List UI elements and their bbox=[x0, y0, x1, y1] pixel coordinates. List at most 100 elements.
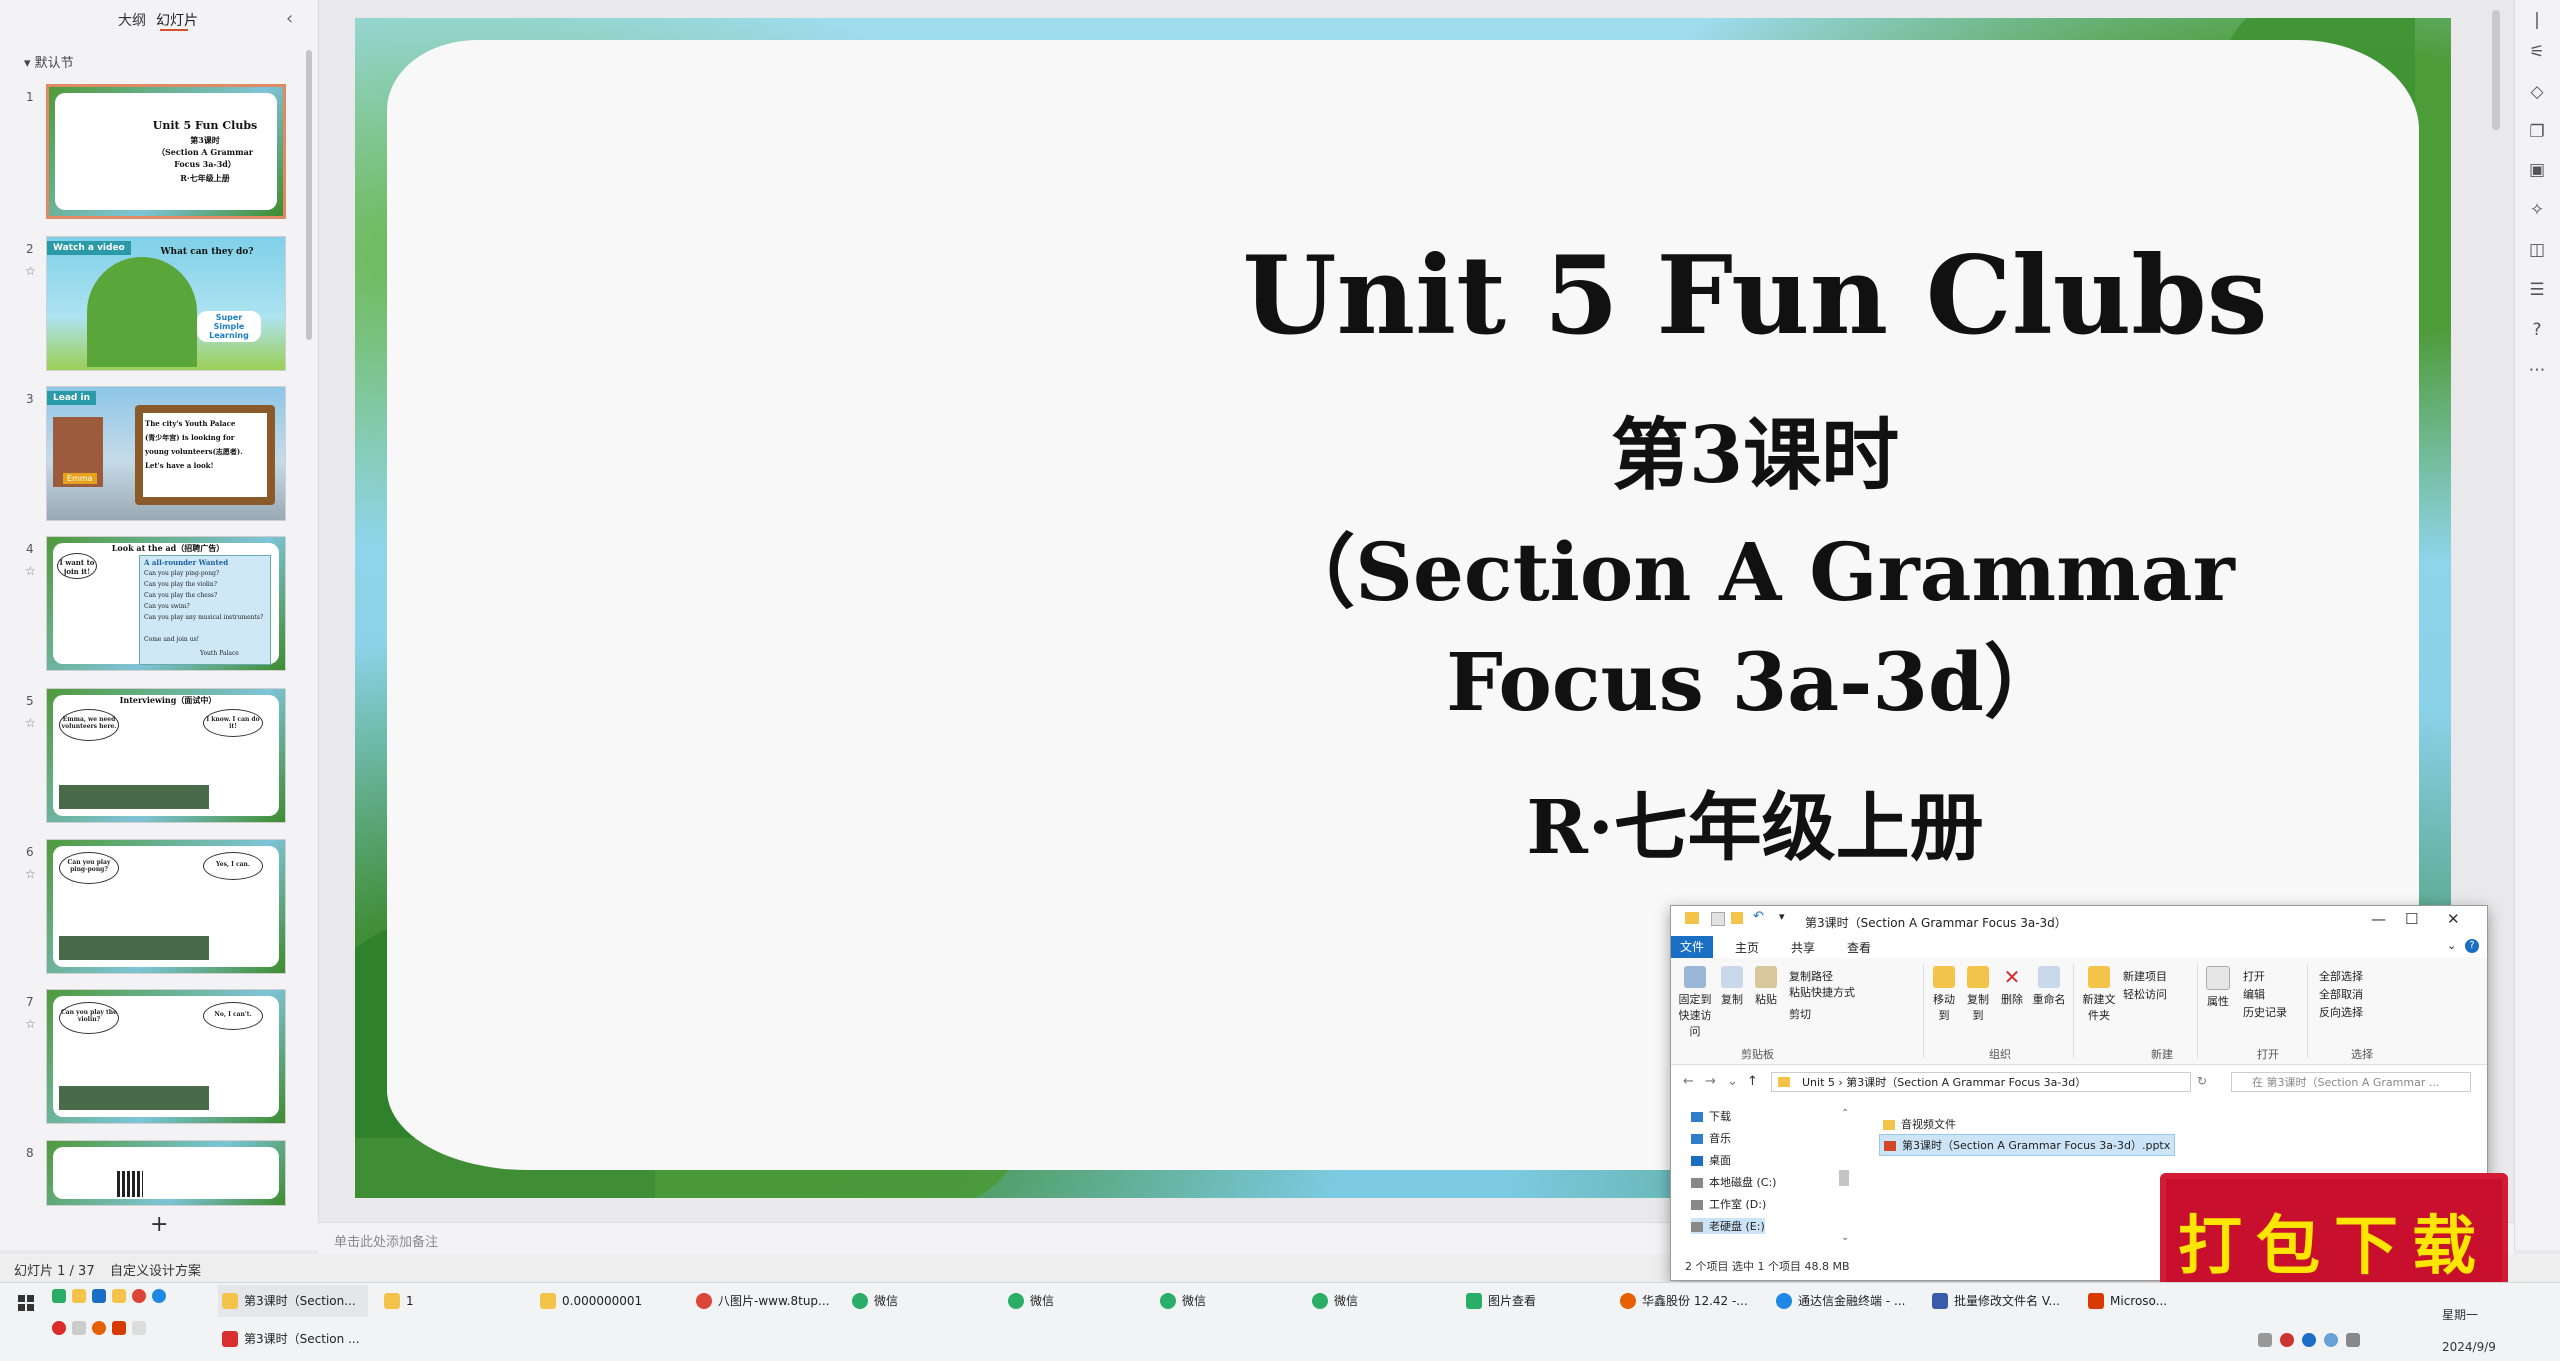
star-icon[interactable] bbox=[72, 1289, 86, 1303]
collapse-icon[interactable]: | bbox=[2525, 10, 2549, 30]
mail-icon[interactable] bbox=[92, 1289, 106, 1303]
paste-shortcut-button[interactable]: 粘贴快捷方式 bbox=[1789, 984, 1855, 1000]
slide-section-line2[interactable]: Focus 3a-3d） bbox=[1155, 618, 2355, 734]
taskbar-item[interactable]: 微信 bbox=[848, 1285, 998, 1317]
explorer-titlebar[interactable]: ↶ ▾ 第3课时（Section A Grammar Focus 3a-3d） … bbox=[1671, 906, 2487, 936]
animation-icon[interactable]: ☰ bbox=[2525, 280, 2549, 300]
firefox-icon[interactable] bbox=[92, 1321, 106, 1335]
section-label[interactable]: ▾ 默认节 bbox=[24, 52, 74, 71]
tray-app-icon[interactable] bbox=[2280, 1333, 2294, 1347]
slide-lesson[interactable]: 第3课时 bbox=[1155, 393, 2355, 505]
slide-grade[interactable]: R·七年级上册 bbox=[1155, 768, 2355, 875]
history-button[interactable]: 历史记录 bbox=[2243, 1004, 2287, 1020]
chrome-icon[interactable] bbox=[132, 1289, 146, 1303]
slide-thumbnail-8[interactable] bbox=[46, 1140, 286, 1206]
breadcrumb-unit5[interactable]: Unit 5 bbox=[1802, 1076, 1835, 1089]
copy-icon[interactable]: ❐ bbox=[2525, 122, 2549, 142]
menu-share[interactable]: 共享 bbox=[1791, 939, 1815, 956]
slide-thumbnail-4[interactable]: Look at the ad（招聘广告） I want to join it! … bbox=[46, 536, 286, 671]
forward-arrow-icon[interactable]: → bbox=[1705, 1074, 1716, 1089]
menu-home[interactable]: 主页 bbox=[1735, 939, 1759, 956]
edit-button[interactable]: 编辑 bbox=[2243, 986, 2265, 1002]
download-badge[interactable]: 打包下载 bbox=[2160, 1173, 2508, 1293]
taskbar-item[interactable]: 图片查看 bbox=[1462, 1285, 1612, 1317]
nav-item-downloads[interactable]: 下载 bbox=[1691, 1108, 1731, 1124]
nav-item-music[interactable]: 音乐 bbox=[1691, 1130, 1731, 1146]
quicklaunch-icon[interactable] bbox=[52, 1289, 66, 1303]
select-all-button[interactable]: 全部选择 bbox=[2319, 968, 2363, 984]
file-item-folder[interactable]: 音视频文件 bbox=[1879, 1114, 1960, 1134]
easy-access-button[interactable]: 轻松访问 bbox=[2123, 986, 2167, 1002]
breadcrumb-current[interactable]: 第3课时（Section A Grammar Focus 3a-3d） bbox=[1846, 1076, 2086, 1089]
tab-slides[interactable]: 幻灯片 bbox=[156, 10, 198, 30]
close-icon[interactable]: ✕ bbox=[2447, 910, 2460, 928]
undo-icon[interactable]: ↶ bbox=[1753, 909, 1764, 924]
network-icon[interactable] bbox=[2324, 1333, 2338, 1347]
image-icon[interactable]: ▣ bbox=[2525, 160, 2549, 180]
ie-icon[interactable] bbox=[152, 1289, 166, 1303]
office-icon[interactable] bbox=[112, 1321, 126, 1335]
settings-sliders-icon[interactable]: ⚟ bbox=[2525, 42, 2549, 62]
layout-icon[interactable]: ◫ bbox=[2525, 240, 2549, 260]
more-icon[interactable]: ⋯ bbox=[2525, 360, 2549, 380]
star-icon[interactable]: ☆ bbox=[25, 716, 36, 730]
copy-button[interactable]: 复制 bbox=[1717, 966, 1747, 1007]
menu-view[interactable]: 查看 bbox=[1847, 939, 1871, 956]
select-none-button[interactable]: 全部取消 bbox=[2319, 986, 2363, 1002]
taskbar-item[interactable]: 批量修改文件名 V... bbox=[1928, 1285, 2084, 1317]
slide-thumbnail-1[interactable]: Unit 5 Fun Clubs 第3课时 （Section A Grammar… bbox=[46, 84, 286, 219]
cut-button[interactable]: 剪切 bbox=[1789, 1006, 1811, 1022]
maximize-icon[interactable]: ☐ bbox=[2405, 910, 2418, 928]
taskbar-item[interactable]: 通达信金融终端 - ... bbox=[1772, 1285, 1928, 1317]
star-icon[interactable]: ☆ bbox=[25, 564, 36, 578]
taskbar-item[interactable]: 八图片-www.8tup... bbox=[692, 1285, 842, 1317]
properties-button[interactable]: 属性 bbox=[2203, 966, 2233, 1009]
folder-icon[interactable] bbox=[112, 1289, 126, 1303]
star-icon[interactable]: ☆ bbox=[25, 264, 36, 278]
panel-scrollbar[interactable] bbox=[306, 50, 312, 340]
taskbar-item-wps[interactable]: 第3课时（Section ... bbox=[218, 1323, 378, 1355]
invert-selection-button[interactable]: 反向选择 bbox=[2319, 1004, 2363, 1020]
taskbar-item[interactable]: 微信 bbox=[1004, 1285, 1154, 1317]
nav-item-drive-e[interactable]: 老硬盘 (E:) bbox=[1691, 1218, 1765, 1234]
address-bar[interactable]: Unit 5 › 第3课时（Section A Grammar Focus 3a… bbox=[1771, 1072, 2191, 1092]
open-button[interactable]: 打开 bbox=[2243, 968, 2265, 984]
taskbar-item[interactable]: 微信 bbox=[1308, 1285, 1458, 1317]
scroll-down-icon[interactable]: ⌄ bbox=[1841, 1232, 1849, 1243]
slide-thumbnail-6[interactable]: Can you play ping-pong? Yes, I can. bbox=[46, 839, 286, 974]
tab-outline[interactable]: 大纲 bbox=[118, 10, 146, 30]
taskbar-item[interactable]: 1 bbox=[380, 1285, 530, 1317]
file-item-pptx[interactable]: 第3课时（Section A Grammar Focus 3a-3d）.pptx bbox=[1879, 1134, 2176, 1156]
delete-button[interactable]: ✕ 删除 bbox=[1999, 966, 2025, 1007]
chevron-down-icon[interactable]: ▾ bbox=[1779, 910, 1785, 923]
taskbar-weekday[interactable]: 星期一 bbox=[2442, 1306, 2478, 1323]
tray-app-icon[interactable] bbox=[2302, 1333, 2316, 1347]
slide-thumbnail-2[interactable]: Watch a video What can they do? Super Si… bbox=[46, 236, 286, 371]
taskbar-item[interactable]: 0.000000001 bbox=[536, 1285, 686, 1317]
taskbar-item[interactable]: 第3课时（Section... bbox=[218, 1285, 368, 1317]
taskbar-item[interactable]: 华鑫股份 12.42 -... bbox=[1616, 1285, 1772, 1317]
menu-file[interactable]: 文件 bbox=[1671, 936, 1713, 958]
taskbar-item[interactable]: Microso... bbox=[2084, 1285, 2204, 1317]
slide-thumbnail-3[interactable]: Lead in The city's Youth Palace (青少年宫) i… bbox=[46, 386, 286, 521]
shapes-icon[interactable]: ◇ bbox=[2525, 82, 2549, 102]
add-slide-button[interactable]: + bbox=[150, 1212, 168, 1237]
nav-item-desktop[interactable]: 桌面 bbox=[1691, 1152, 1731, 1168]
slide-scrollbar[interactable] bbox=[2492, 10, 2500, 130]
back-arrow-icon[interactable]: ← bbox=[1683, 1074, 1694, 1089]
magic-icon[interactable]: ✧ bbox=[2525, 200, 2549, 220]
move-to-button[interactable]: 移动到 bbox=[1929, 966, 1959, 1023]
slide-thumbnail-7[interactable]: Can you play the violin? No, I can't. bbox=[46, 989, 286, 1124]
slide-section-line1[interactable]: （Section A Grammar bbox=[1155, 508, 2355, 624]
rename-button[interactable]: 重命名 bbox=[2031, 966, 2067, 1007]
up-arrow-icon[interactable]: ↑ bbox=[1747, 1074, 1758, 1089]
copy-path-button[interactable]: 复制路径 bbox=[1789, 968, 1833, 984]
nav-item-drive-d[interactable]: 工作室 (D:) bbox=[1691, 1196, 1766, 1212]
nav-item-drive-c[interactable]: 本地磁盘 (C:) bbox=[1691, 1174, 1776, 1190]
explorer-search-input[interactable]: 在 第3课时（Section A Grammar ... bbox=[2231, 1072, 2471, 1092]
collapse-panel-button[interactable]: ‹ bbox=[286, 8, 293, 29]
new-item-button[interactable]: 新建项目 bbox=[2123, 968, 2167, 984]
notes-placeholder[interactable]: 单击此处添加备注 bbox=[334, 1231, 438, 1250]
help-icon[interactable]: ? bbox=[2525, 320, 2549, 340]
taskbar-item[interactable]: 微信 bbox=[1156, 1285, 1306, 1317]
